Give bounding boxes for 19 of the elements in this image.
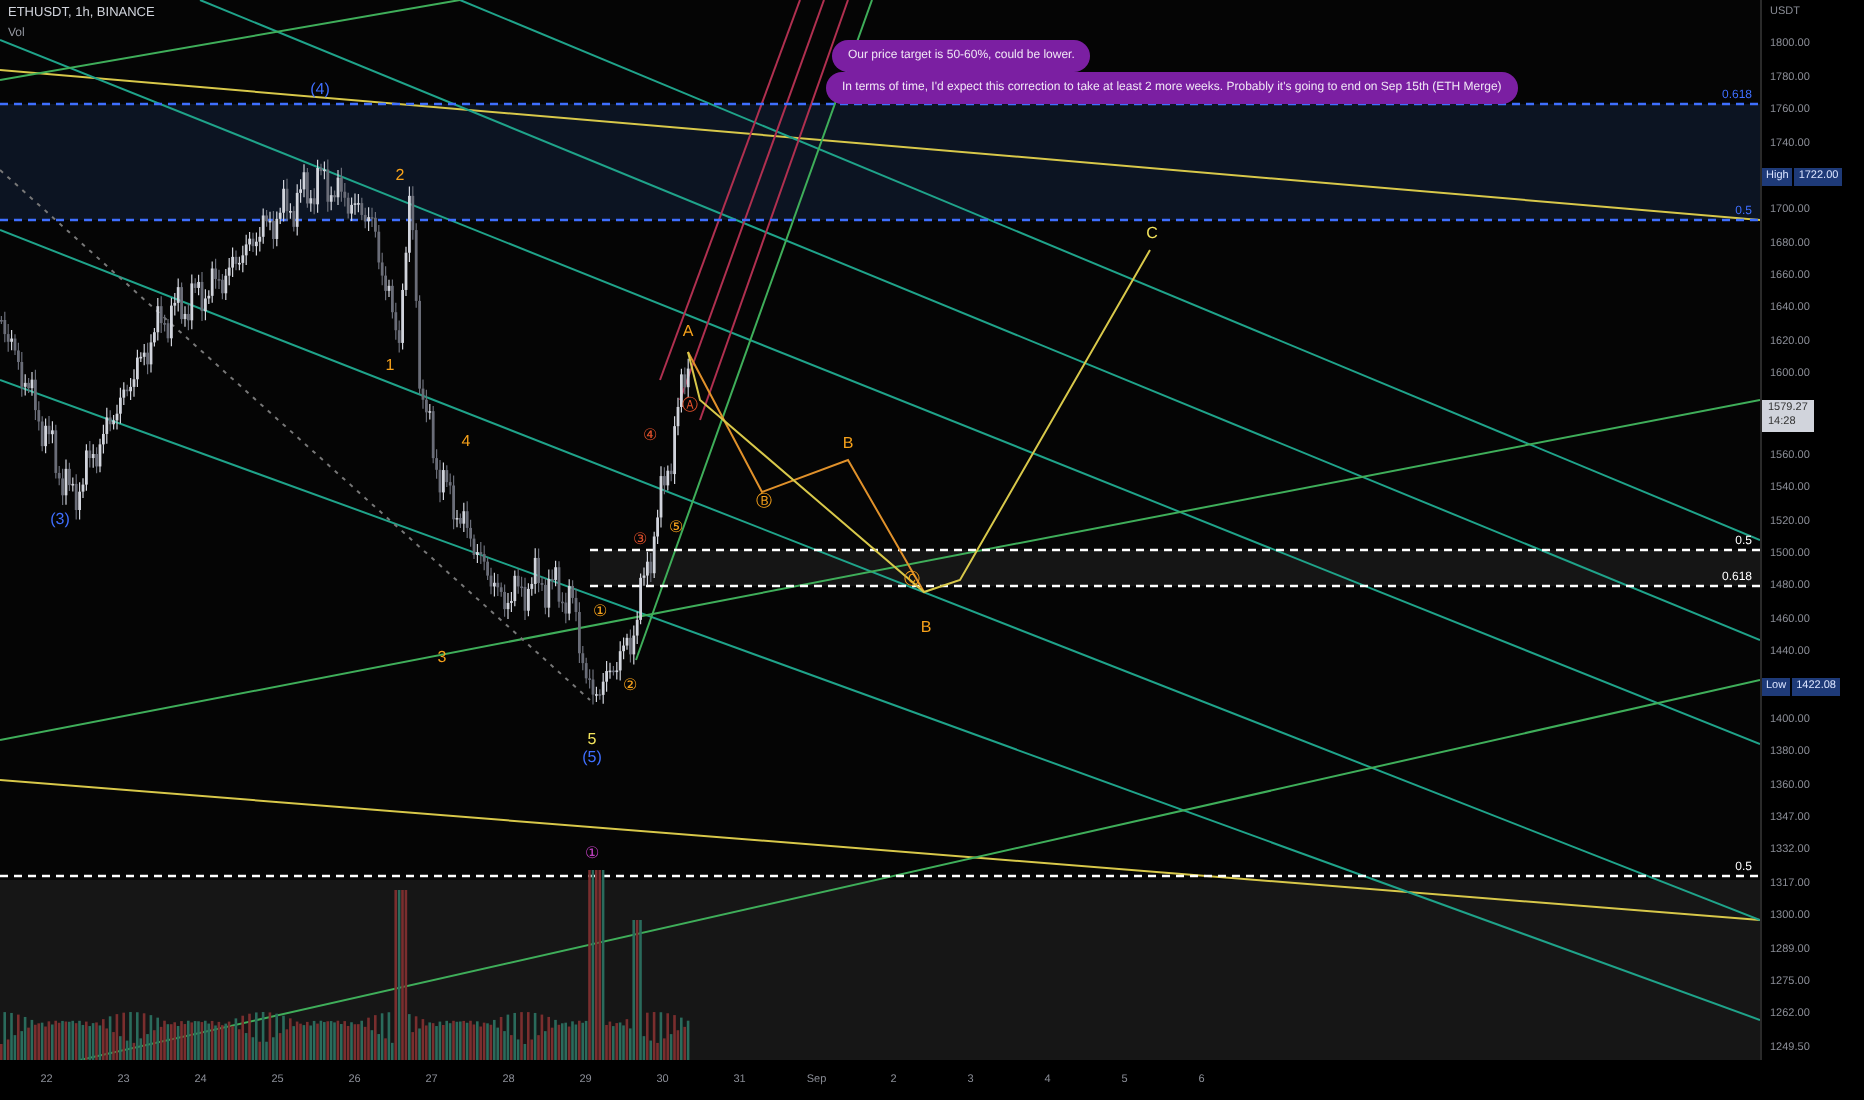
wave-label: Ⓐ (682, 396, 698, 414)
wave-label: (4) (310, 80, 330, 98)
wave-label: A (682, 322, 694, 340)
wave-label: Ⓑ (756, 492, 772, 510)
wave-label: C (1146, 224, 1158, 242)
wave-label: ④ (643, 426, 657, 444)
wave-label: B (920, 618, 932, 636)
wave-label: ① (593, 602, 607, 620)
wave-label: 4 (461, 432, 471, 450)
wave-label: ③ (633, 530, 647, 548)
wave-label: (5) (582, 748, 602, 766)
wave-label: 1 (385, 356, 395, 374)
wave-label: ② (623, 676, 637, 694)
wave-label: ⑤ (669, 518, 683, 536)
wave-label: ① (585, 844, 599, 862)
wave-label: B (842, 434, 854, 452)
wave-label: 2 (395, 166, 405, 184)
wave-label: 5 (587, 730, 597, 748)
wave-label: (3) (50, 510, 70, 528)
